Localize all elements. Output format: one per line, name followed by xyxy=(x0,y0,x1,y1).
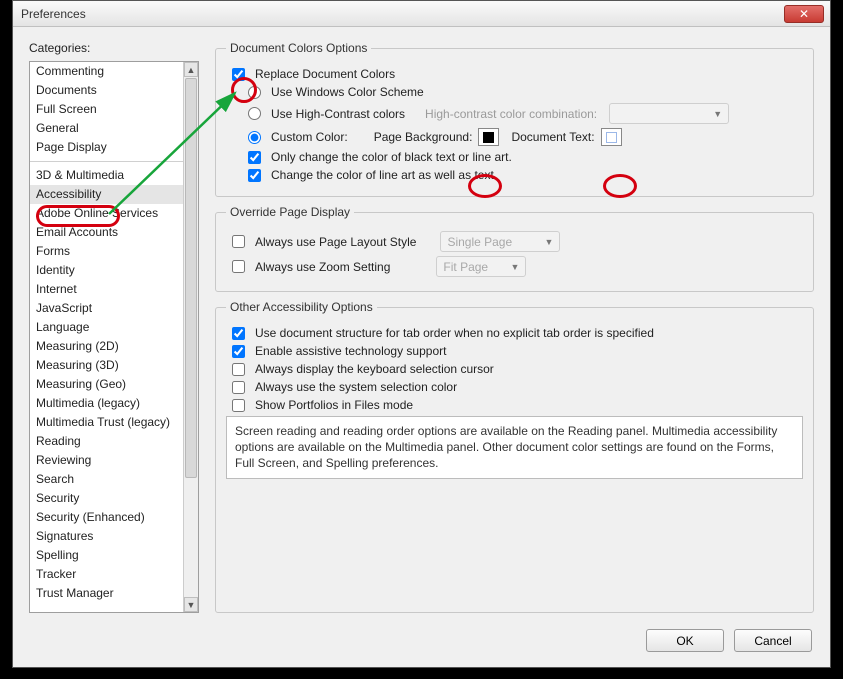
chevron-down-icon: ▼ xyxy=(545,237,554,247)
category-item[interactable]: Trust Manager xyxy=(30,584,183,603)
override-legend: Override Page Display xyxy=(226,205,354,219)
assistive-checkbox[interactable] xyxy=(232,345,245,358)
category-item[interactable]: Language xyxy=(30,318,183,337)
ok-button[interactable]: OK xyxy=(646,629,724,652)
titlebar: Preferences ✕ xyxy=(13,1,830,27)
category-item[interactable]: Tracker xyxy=(30,565,183,584)
portfolios-checkbox[interactable] xyxy=(232,399,245,412)
chevron-down-icon: ▼ xyxy=(713,109,722,119)
category-item[interactable]: JavaScript xyxy=(30,299,183,318)
preferences-window: Preferences ✕ Categories: CommentingDocu… xyxy=(12,0,831,668)
replace-colors-checkbox[interactable] xyxy=(232,68,245,81)
category-item[interactable]: Page Display xyxy=(30,138,183,157)
high-contrast-radio[interactable] xyxy=(248,107,261,120)
windows-scheme-label: Use Windows Color Scheme xyxy=(271,85,424,99)
sys-selcolor-label: Always use the system selection color xyxy=(255,380,457,394)
category-item[interactable]: Search xyxy=(30,470,183,489)
portfolios-label: Show Portfolios in Files mode xyxy=(255,398,413,412)
category-item[interactable]: Documents xyxy=(30,81,183,100)
category-item[interactable]: General xyxy=(30,119,183,138)
lineart-checkbox[interactable] xyxy=(248,169,261,182)
category-item[interactable]: Security (Enhanced) xyxy=(30,508,183,527)
category-item[interactable]: Reviewing xyxy=(30,451,183,470)
category-item[interactable]: 3D & Multimedia xyxy=(30,166,183,185)
category-item[interactable]: Signatures xyxy=(30,527,183,546)
close-icon: ✕ xyxy=(799,7,809,21)
lineart-label: Change the color of line art as well as … xyxy=(271,168,497,182)
hc-combo-dropdown[interactable]: ▼ xyxy=(609,103,729,124)
only-black-label: Only change the color of black text or l… xyxy=(271,150,512,164)
category-item[interactable]: Multimedia Trust (legacy) xyxy=(30,413,183,432)
layout-label: Always use Page Layout Style xyxy=(255,235,416,249)
other-group: Other Accessibility Options Use document… xyxy=(215,300,814,613)
category-item[interactable]: Measuring (3D) xyxy=(30,356,183,375)
zoom-checkbox[interactable] xyxy=(232,260,245,273)
category-item[interactable]: Multimedia (legacy) xyxy=(30,394,183,413)
scroll-up-button[interactable]: ▲ xyxy=(184,62,198,77)
page-background-label: Page Background: xyxy=(374,130,473,144)
category-separator xyxy=(30,161,183,162)
category-item[interactable]: Adobe Online Services xyxy=(30,204,183,223)
kb-cursor-label: Always display the keyboard selection cu… xyxy=(255,362,494,376)
category-item[interactable]: Full Screen xyxy=(30,100,183,119)
tab-order-label: Use document structure for tab order whe… xyxy=(255,326,654,340)
category-item[interactable]: Measuring (Geo) xyxy=(30,375,183,394)
category-item[interactable]: Commenting xyxy=(30,62,183,81)
category-item[interactable]: Reading xyxy=(30,432,183,451)
category-item[interactable]: Measuring (2D) xyxy=(30,337,183,356)
page-background-swatch[interactable] xyxy=(478,128,499,146)
sys-selcolor-checkbox[interactable] xyxy=(232,381,245,394)
replace-colors-label: Replace Document Colors xyxy=(255,67,395,81)
category-item[interactable]: Identity xyxy=(30,261,183,280)
categories-label: Categories: xyxy=(29,41,199,55)
other-legend: Other Accessibility Options xyxy=(226,300,377,314)
category-item[interactable]: Security xyxy=(30,489,183,508)
document-text-label: Document Text: xyxy=(511,130,594,144)
windows-scheme-radio[interactable] xyxy=(248,86,261,99)
tab-order-checkbox[interactable] xyxy=(232,327,245,340)
white-swatch-icon xyxy=(606,132,617,143)
category-item[interactable]: Accessibility xyxy=(30,185,183,204)
kb-cursor-checkbox[interactable] xyxy=(232,363,245,376)
document-colors-legend: Document Colors Options xyxy=(226,41,371,55)
document-colors-group: Document Colors Options Replace Document… xyxy=(215,41,814,197)
custom-color-radio[interactable] xyxy=(248,131,261,144)
categories-list[interactable]: CommentingDocumentsFull ScreenGeneralPag… xyxy=(29,61,199,613)
zoom-label: Always use Zoom Setting xyxy=(255,260,390,274)
window-title: Preferences xyxy=(21,7,784,21)
category-item[interactable]: Internet xyxy=(30,280,183,299)
layout-checkbox[interactable] xyxy=(232,235,245,248)
layout-dropdown-value: Single Page xyxy=(447,235,512,249)
document-text-swatch[interactable] xyxy=(601,128,622,146)
only-black-checkbox[interactable] xyxy=(248,151,261,164)
scroll-down-button[interactable]: ▼ xyxy=(184,597,198,612)
assistive-label: Enable assistive technology support xyxy=(255,344,446,358)
cancel-button[interactable]: Cancel xyxy=(734,629,812,652)
category-item[interactable]: Spelling xyxy=(30,546,183,565)
zoom-dropdown[interactable]: Fit Page ▼ xyxy=(436,256,526,277)
black-swatch-icon xyxy=(483,132,494,143)
category-item[interactable]: Email Accounts xyxy=(30,223,183,242)
hc-combo-label: High-contrast color combination: xyxy=(425,107,597,121)
chevron-down-icon: ▼ xyxy=(510,262,519,272)
custom-color-label: Custom Color: xyxy=(271,130,348,144)
layout-dropdown[interactable]: Single Page ▼ xyxy=(440,231,560,252)
high-contrast-label: Use High-Contrast colors xyxy=(271,107,405,121)
close-button[interactable]: ✕ xyxy=(784,5,824,23)
info-text: Screen reading and reading order options… xyxy=(226,416,803,479)
scrollbar[interactable]: ▲ ▼ xyxy=(183,62,198,612)
category-item[interactable]: Forms xyxy=(30,242,183,261)
scroll-thumb[interactable] xyxy=(185,78,197,478)
zoom-dropdown-value: Fit Page xyxy=(443,260,488,274)
override-group: Override Page Display Always use Page La… xyxy=(215,205,814,292)
